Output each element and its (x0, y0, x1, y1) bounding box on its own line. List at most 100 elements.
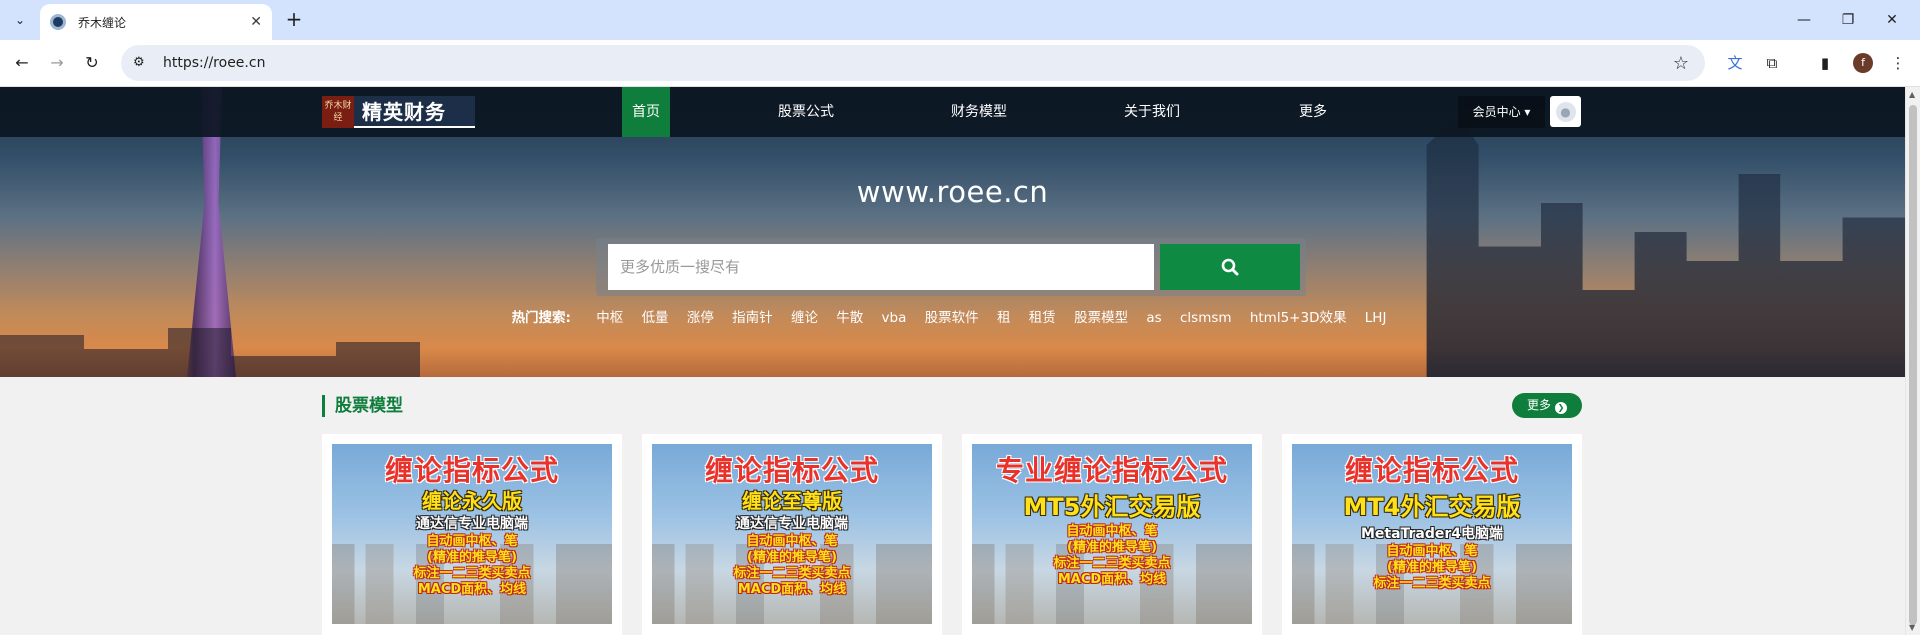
section-title: 股票模型 (322, 395, 403, 417)
browser-menu-icon[interactable]: ⋮ (1888, 53, 1908, 73)
nav-stock-formula[interactable]: 股票公式 (764, 87, 848, 137)
card-feature: 自动画中枢、笔 (1386, 544, 1478, 559)
scrollbar-thumb[interactable] (1909, 105, 1917, 625)
search-button[interactable] (1160, 244, 1300, 290)
hot-search-item[interactable]: 股票模型 (1074, 310, 1128, 326)
hot-search-item[interactable]: vba (882, 310, 907, 326)
web-page: 乔木财经 精英财务 首页 股票公式 财务模型 关于我们 更多 会员中心 ▾ ● … (0, 87, 1905, 635)
page-scrollbar[interactable]: ▲ ▼ (1905, 87, 1920, 635)
product-card[interactable]: 缠论指标公式 缠论永久版 通达信专业电脑端 自动画中枢、笔 (精准的推导笔) 标… (322, 434, 622, 635)
product-card[interactable]: 缠论指标公式 MT4外汇交易版 MetaTrader4电脑端 自动画中枢、笔 (… (1282, 434, 1582, 635)
hot-search-list: 热门搜索: 中枢 低量 涨停 指南针 缠论 牛散 vba 股票软件 租 租赁 股… (0, 306, 1905, 326)
card-feature: 自动画中枢、笔 (1066, 524, 1158, 539)
profile-avatar[interactable]: f (1853, 53, 1873, 73)
tab-close-icon[interactable]: ✕ (250, 14, 262, 30)
browser-toolbar: ← → ↻ ⚙ https://roee.cn ☆ 文 ⧉ ▮ f ⋮ (0, 40, 1920, 87)
translate-icon[interactable]: 文 (1725, 53, 1745, 73)
browser-tab-strip: ⌄ 乔木缠论 ✕ + — ❐ ✕ (0, 0, 1920, 40)
chevron-right-circle-icon: ❯ (1555, 402, 1567, 414)
hot-search-item[interactable]: LHJ (1365, 310, 1387, 326)
product-card-image[interactable]: 缠论指标公式 缠论永久版 通达信专业电脑端 自动画中枢、笔 (精准的推导笔) 标… (332, 444, 612, 624)
hot-search-item[interactable]: 缠论 (791, 310, 818, 326)
tab-search-chevron-icon[interactable]: ⌄ (8, 8, 32, 32)
search-input[interactable] (608, 244, 1155, 290)
hot-search-item[interactable]: 涨停 (687, 310, 714, 326)
product-card-image[interactable]: 缠论指标公式 MT4外汇交易版 MetaTrader4电脑端 自动画中枢、笔 (… (1292, 444, 1572, 624)
search-icon (1221, 258, 1239, 276)
card-subtitle: MT4外汇交易版 (1343, 493, 1521, 521)
forward-arrow-icon[interactable]: → (45, 51, 69, 75)
product-card[interactable]: 缠论指标公式 缠论至尊版 通达信专业电脑端 自动画中枢、笔 (精准的推导笔) 标… (642, 434, 942, 635)
reload-icon[interactable]: ↻ (80, 51, 104, 75)
product-card-image[interactable]: 缠论指标公式 缠论至尊版 通达信专业电脑端 自动画中枢、笔 (精准的推导笔) 标… (652, 444, 932, 624)
browser-tab[interactable]: 乔木缠论 ✕ (40, 4, 272, 40)
address-url[interactable]: https://roee.cn (163, 55, 1671, 71)
hot-search-item[interactable]: 牛散 (836, 310, 863, 326)
product-card-image[interactable]: 专业缠论指标公式 MT5外汇交易版 自动画中枢、笔 (精准的推导笔) 标注一二三… (972, 444, 1252, 624)
card-feature: 自动画中枢、笔 (426, 534, 518, 549)
nav-home[interactable]: 首页 (622, 87, 670, 137)
site-logo[interactable]: 乔木财经 精英财务 (322, 96, 475, 128)
card-feature: MACD面积、均线 (417, 582, 527, 597)
hot-search-item[interactable]: as (1146, 310, 1161, 326)
hot-search-item[interactable]: 低量 (642, 310, 669, 326)
card-feature: 标注一二三类买卖点 (413, 566, 531, 581)
hot-search-item[interactable]: 租赁 (1029, 310, 1056, 326)
nav-finance-model[interactable]: 财务模型 (937, 87, 1021, 137)
site-navbar: 乔木财经 精英财务 首页 股票公式 财务模型 关于我们 更多 会员中心 ▾ ● (0, 87, 1905, 137)
card-feature: MACD面积、均线 (1057, 572, 1167, 587)
scroll-down-arrow-icon[interactable]: ▼ (1909, 623, 1915, 632)
card-platform: 通达信专业电脑端 (416, 516, 528, 532)
card-subtitle: MT5外汇交易版 (1023, 493, 1201, 521)
bookmark-star-icon[interactable]: ☆ (1671, 53, 1691, 74)
card-platform: 通达信专业电脑端 (736, 516, 848, 532)
user-avatar-icon: ● (1555, 101, 1576, 122)
hot-search-item[interactable]: html5+3D效果 (1250, 310, 1347, 326)
product-card[interactable]: 专业缠论指标公式 MT5外汇交易版 自动画中枢、笔 (精准的推导笔) 标注一二三… (962, 434, 1262, 635)
stock-model-section-header: 股票模型 更多 ❯ (322, 393, 1582, 423)
hot-search-label: 热门搜索: (511, 310, 571, 326)
card-feature: 标注一二三类买卖点 (1373, 576, 1491, 591)
new-tab-button[interactable]: + (282, 8, 306, 32)
section-more-button[interactable]: 更多 ❯ (1512, 393, 1582, 418)
card-feature: 标注一二三类买卖点 (1053, 556, 1171, 571)
hot-search-item[interactable]: clsmsm (1180, 310, 1232, 326)
favicon-icon (50, 14, 66, 30)
hot-search-item[interactable]: 租 (997, 310, 1011, 326)
hero-banner: 乔木财经 精英财务 首页 股票公式 财务模型 关于我们 更多 会员中心 ▾ ● … (0, 87, 1905, 377)
card-platform: MetaTrader4电脑端 (1360, 526, 1504, 542)
member-center-dropdown[interactable]: 会员中心 ▾ (1458, 96, 1545, 128)
card-title: 缠论指标公式 (384, 454, 559, 487)
logo-text: 精英财务 (354, 96, 475, 128)
hero-title: www.roee.cn (856, 175, 1049, 209)
card-title: 缠论指标公式 (704, 454, 879, 487)
hot-search-item[interactable]: 指南针 (732, 310, 773, 326)
card-feature: (精准的推导笔) (747, 550, 837, 565)
tab-title: 乔木缠论 (78, 15, 127, 30)
hot-search-item[interactable]: 股票软件 (925, 310, 979, 326)
card-feature: (精准的推导笔) (427, 550, 517, 565)
address-bar[interactable]: ⚙ https://roee.cn ☆ (121, 45, 1705, 81)
hot-search-item[interactable]: 中枢 (596, 310, 623, 326)
card-feature: (精准的推导笔) (1387, 560, 1477, 575)
close-window-button[interactable]: ✕ (1864, 0, 1920, 40)
nav-more[interactable]: 更多 (1283, 87, 1343, 137)
user-avatar-button[interactable]: ● (1550, 96, 1581, 127)
site-info-icon[interactable]: ⚙ (133, 55, 149, 71)
side-panel-icon[interactable]: ▮ (1815, 53, 1835, 73)
card-title: 缠论指标公式 (1344, 454, 1519, 487)
card-subtitle: 缠论永久版 (422, 489, 522, 513)
card-subtitle: 缠论至尊版 (742, 489, 842, 513)
more-label: 更多 (1526, 398, 1551, 412)
logo-mark: 乔木财经 (322, 96, 354, 128)
card-title: 专业缠论指标公式 (995, 454, 1228, 487)
card-feature: MACD面积、均线 (737, 582, 847, 597)
back-arrow-icon[interactable]: ← (10, 51, 34, 75)
card-feature: 标注一二三类买卖点 (733, 566, 851, 581)
extensions-puzzle-icon[interactable]: ⧉ (1762, 53, 1782, 73)
nav-about-us[interactable]: 关于我们 (1110, 87, 1194, 137)
scroll-up-arrow-icon[interactable]: ▲ (1909, 90, 1915, 99)
card-feature: (精准的推导笔) (1067, 540, 1157, 555)
card-feature: 自动画中枢、笔 (746, 534, 838, 549)
search-box (596, 238, 1306, 296)
